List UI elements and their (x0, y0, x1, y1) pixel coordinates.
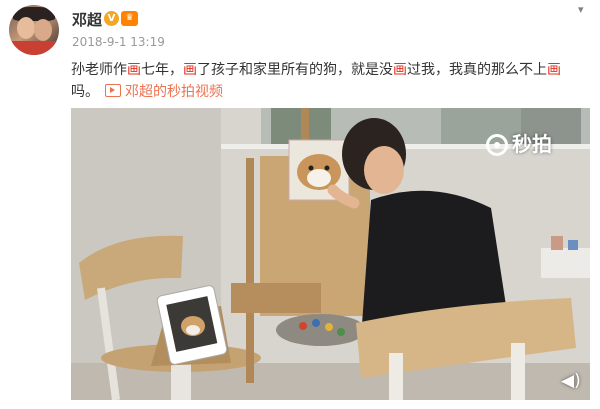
post-text-part: 吗。 (71, 84, 99, 100)
video-watermark: 秒拍 (486, 128, 552, 157)
volume-icon[interactable]: ◀) (561, 370, 583, 392)
post-text-highlight: 画 (393, 62, 407, 78)
verified-badge-icon: V (104, 11, 119, 26)
vip-icon[interactable]: ♛ (121, 11, 138, 26)
post-text-highlight: 画 (183, 62, 197, 78)
post-text: 孙老师作画七年，画了孩子和家里所有的狗，就是没画过我，我真的那么不上画 吗。 邓超的… (71, 59, 591, 103)
post-text-part: 了孩子和家里所有的狗，就是没 (197, 62, 393, 78)
avatar[interactable] (9, 5, 59, 55)
post-text-part: 孙老师作 (71, 62, 127, 78)
post-text-highlight: 画 (547, 62, 561, 78)
username[interactable]: 邓超 (72, 9, 102, 30)
video-link[interactable]: 邓超的秒拍视频 (125, 84, 223, 100)
video-link-icon[interactable] (105, 84, 121, 97)
chevron-down-icon[interactable]: ▾ (578, 4, 592, 15)
post-text-part: 七年， (141, 62, 183, 78)
post-text-highlight: 画 (127, 62, 141, 78)
watermark-text: 秒拍 (512, 132, 552, 156)
post-text-part: 过我，我真的那么不上 (407, 62, 547, 78)
video-player[interactable]: 秒拍 ◀) (71, 108, 590, 400)
post-timestamp[interactable]: 2018-9-1 13:19 (72, 35, 165, 49)
